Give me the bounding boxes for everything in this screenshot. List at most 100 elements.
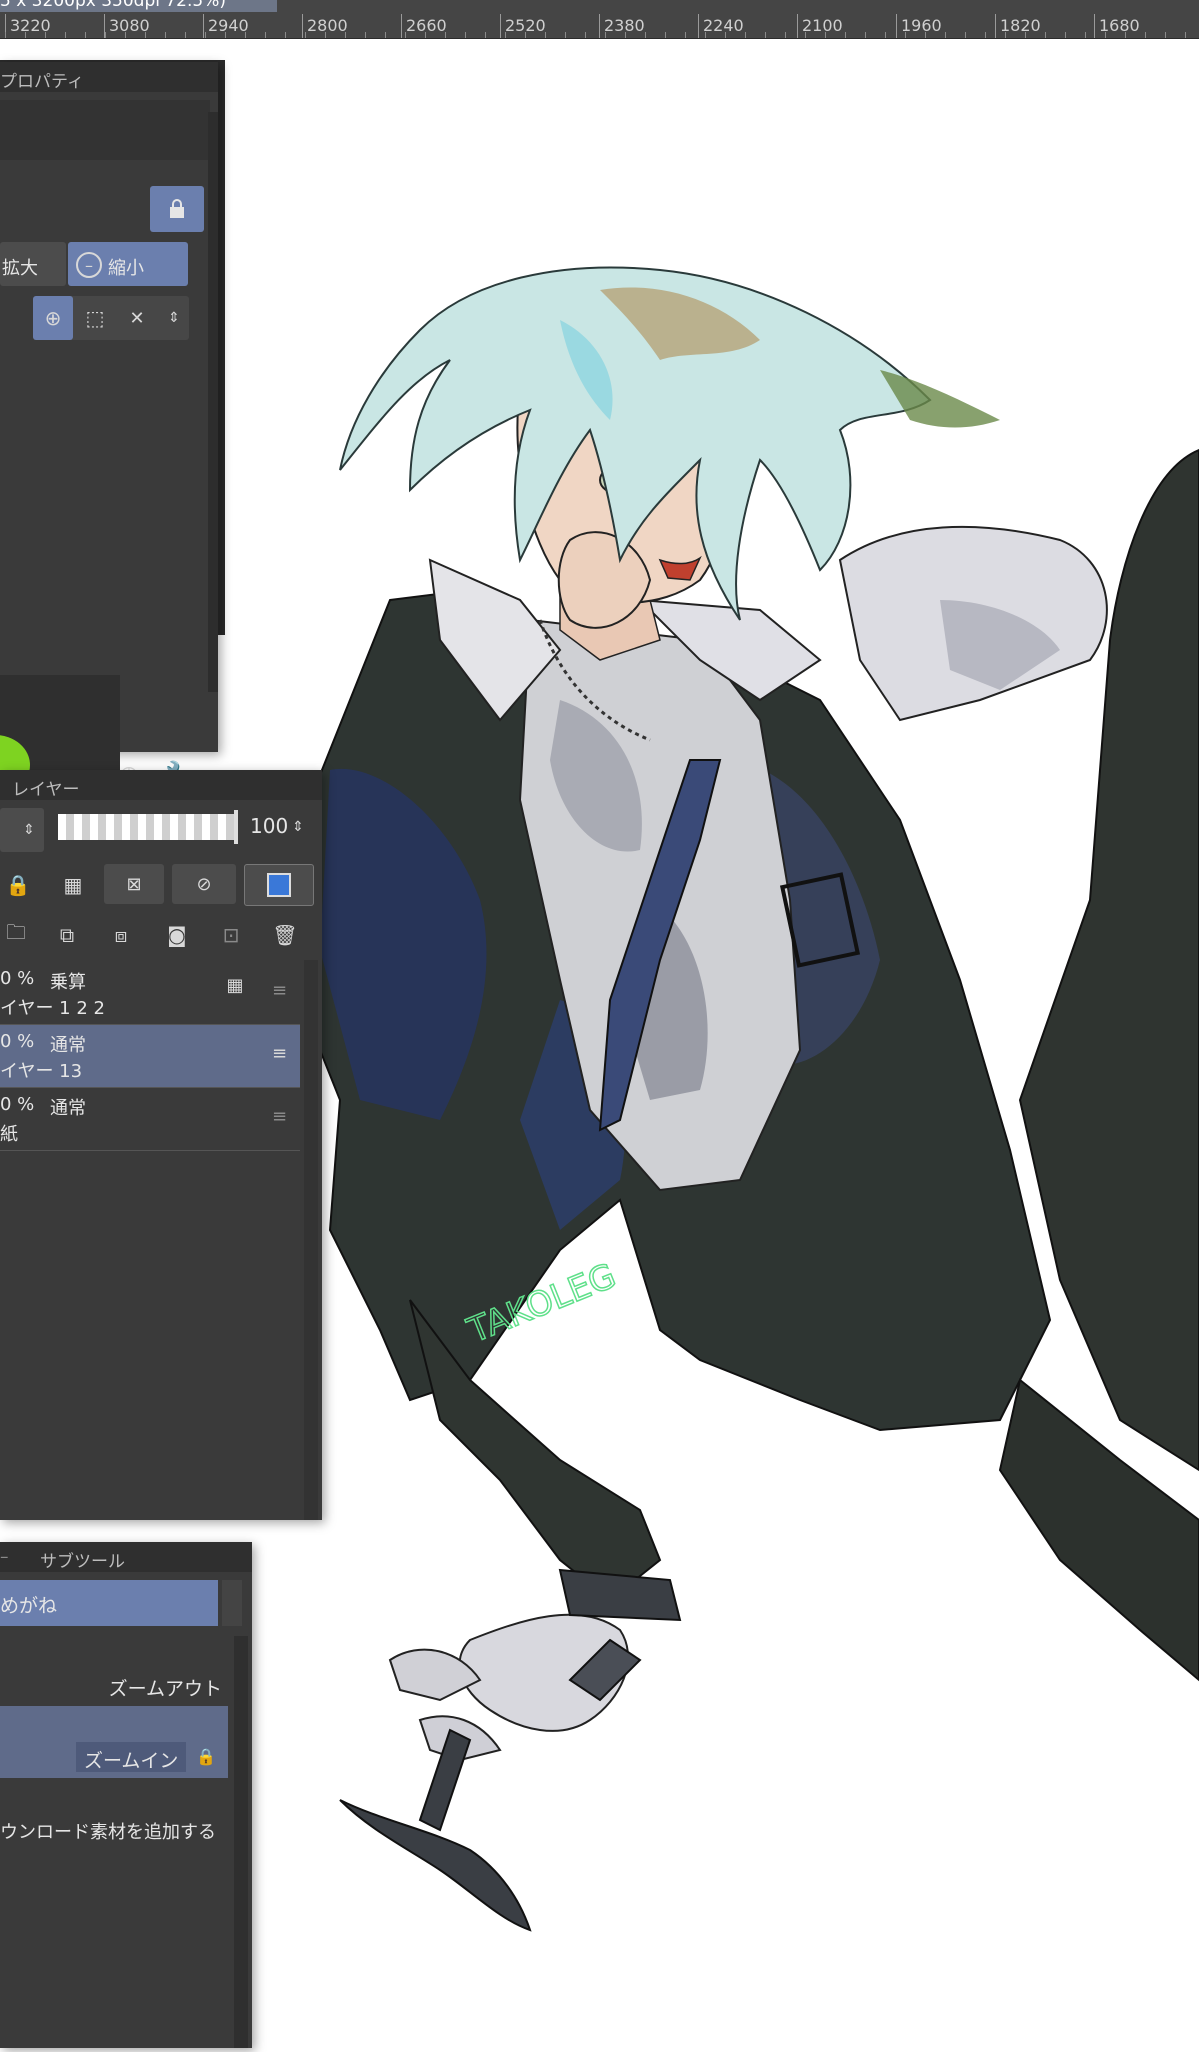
clip-layer-icon[interactable]: ⊠ — [104, 864, 164, 904]
layer-menu-icon[interactable]: ≡ — [272, 1106, 287, 1127]
layer-panel: レイヤー ⇕ 100 ⇕ 🔒 ▦ ⊠ ⊘ 🗀 ⧉ ⧈ ◙ ⊡ 🗑 0 % 乗算 … — [0, 770, 322, 1520]
ruler-minor-tick — [125, 32, 126, 38]
ruler-minor-tick — [205, 32, 206, 38]
layer-scrollbar[interactable] — [304, 960, 318, 1520]
layer-panel-title: レイヤー — [12, 780, 80, 800]
ruler-tick: 2800 — [302, 14, 348, 38]
lock-button[interactable] — [150, 186, 204, 232]
opacity-slider[interactable] — [58, 814, 238, 840]
ruler-minor-tick — [25, 32, 26, 38]
subtool-panel-header[interactable]: – サブツール — [0, 1542, 252, 1572]
ruler-minor-tick — [145, 32, 146, 38]
chevron-up-down-icon[interactable]: ⇕ — [288, 810, 308, 844]
ruler-minor-tick — [1185, 32, 1186, 38]
add-download-material-link[interactable]: ウンロード素材を追加する — [0, 1818, 216, 1844]
blend-mode-select[interactable]: ⇕ — [0, 808, 44, 852]
opacity-slider-handle[interactable] — [234, 810, 238, 844]
zoom-mode-group: ⊕ ⬚ ✕ ⇕ — [33, 296, 189, 340]
layer-row-selected[interactable]: 0 % 通常 イヤー 13 ≡ — [0, 1025, 300, 1088]
ruler-minor-tick — [425, 32, 426, 38]
ruler-minor-tick — [285, 32, 286, 38]
ruler-minor-tick — [545, 32, 546, 38]
ruler-minor-tick — [1025, 32, 1026, 38]
ruler-minor-tick — [685, 32, 686, 38]
ruler-tick: 2520 — [500, 14, 546, 38]
document-title-text: 5 x 3200px 350dpi 72.5%) — [0, 0, 226, 11]
color-panel — [0, 675, 120, 795]
layer-panel-header[interactable]: レイヤー — [0, 770, 322, 800]
ruler-tick: 2940 — [203, 14, 249, 38]
ruler-minor-tick — [985, 32, 986, 38]
ruler-minor-tick — [365, 32, 366, 38]
ruler-minor-tick — [465, 32, 466, 38]
chevron-up-down-icon[interactable]: ⇕ — [161, 296, 187, 340]
ruler-tick: 2380 — [599, 14, 645, 38]
ruler-minor-tick — [1045, 32, 1046, 38]
ruler-tick: 1820 — [995, 14, 1041, 38]
zoom-in-option[interactable]: 拡大 — [0, 242, 66, 286]
subtool-item[interactable]: ズームアウト — [0, 1636, 228, 1706]
ruler-tick: 2240 — [698, 14, 744, 38]
property-panel-title: プロパティ — [0, 72, 84, 92]
ruler-minor-tick — [105, 32, 106, 38]
ruler-minor-tick — [805, 32, 806, 38]
minus-circle-icon: – — [76, 252, 102, 278]
ruler-minor-tick — [85, 32, 86, 38]
ruler-minor-tick — [305, 32, 306, 38]
subtool-label-box: ズームイン — [76, 1742, 186, 1772]
lock-icon[interactable]: 🔒 — [4, 868, 32, 902]
subtool-group-tab[interactable]: めがね — [0, 1580, 218, 1626]
ruler-minor-tick — [885, 32, 886, 38]
ruler-minor-tick — [5, 32, 6, 38]
mask-apply-icon[interactable]: ⊡ — [214, 918, 248, 952]
zoom-out-option[interactable]: – 縮小 — [68, 242, 188, 286]
zoom-click-icon[interactable]: ⊕ — [33, 296, 73, 340]
reference-layer-icon[interactable]: ⊘ — [172, 864, 236, 904]
ruler-minor-tick — [1065, 32, 1066, 38]
ruler-minor-tick — [245, 32, 246, 38]
trash-icon[interactable]: 🗑 — [268, 918, 302, 952]
ruler-minor-tick — [765, 32, 766, 38]
ruler-minor-tick — [945, 32, 946, 38]
zoom-reset-icon[interactable]: ✕ — [115, 296, 159, 340]
ruler-minor-tick — [165, 32, 166, 38]
ruler-minor-tick — [65, 32, 66, 38]
ruler-minor-tick — [1145, 32, 1146, 38]
ruler-minor-tick — [745, 32, 746, 38]
layer-menu-icon[interactable]: ≡ — [272, 980, 287, 1001]
subtool-item-selected[interactable]: ズームイン 🔒 — [0, 1706, 228, 1778]
ruler-minor-tick — [725, 32, 726, 38]
ruler-tick: 1680 — [1094, 14, 1140, 38]
layer-mask-icon[interactable]: ◙ — [160, 918, 194, 952]
ruler-minor-tick — [225, 32, 226, 38]
ruler-minor-tick — [705, 32, 706, 38]
panel-collapse-icon[interactable]: – — [0, 1547, 9, 1567]
ruler-minor-tick — [925, 32, 926, 38]
ruler-minor-tick — [565, 32, 566, 38]
copy-layer-icon[interactable]: ⧉ — [50, 918, 84, 952]
layer-menu-icon[interactable]: ≡ — [272, 1043, 287, 1064]
ruler-minor-tick — [445, 32, 446, 38]
lock-transparency-icon: ▦ — [226, 974, 244, 996]
document-title-tab[interactable]: 5 x 3200px 350dpi 72.5%) — [0, 0, 277, 12]
subtool-scrollbar[interactable] — [234, 1636, 248, 2048]
ruler-minor-tick — [1085, 32, 1086, 38]
new-folder-icon[interactable]: 🗀 — [0, 918, 32, 952]
ruler-tick: 2100 — [797, 14, 843, 38]
horizontal-ruler: 5 x 3200px 350dpi 72.5%) 3220 3080 2940 … — [0, 0, 1199, 39]
ruler-minor-tick — [505, 32, 506, 38]
tool-name-bar — [0, 100, 210, 160]
layer-color-icon[interactable] — [244, 864, 314, 906]
ruler-minor-tick — [645, 32, 646, 38]
opacity-value[interactable]: 100 — [250, 814, 288, 838]
merge-layer-icon[interactable]: ⧈ — [104, 918, 138, 952]
zoom-area-icon[interactable]: ⬚ — [77, 296, 113, 340]
layer-toolbar-row1: 🔒 ▦ ⊠ ⊘ — [0, 860, 315, 910]
panel-scrollbar[interactable] — [208, 112, 218, 692]
layer-row[interactable]: 0 % 通常 紙 ≡ — [0, 1088, 300, 1151]
lock-transparency-icon[interactable]: ▦ — [56, 868, 90, 902]
ruler-minor-tick — [405, 32, 406, 38]
subtool-group-scroll[interactable] — [222, 1580, 242, 1626]
property-panel-header[interactable]: プロパティ — [0, 62, 218, 92]
layer-row[interactable]: 0 % 乗算 イヤー 1 2 2 ▦ ≡ — [0, 962, 300, 1025]
